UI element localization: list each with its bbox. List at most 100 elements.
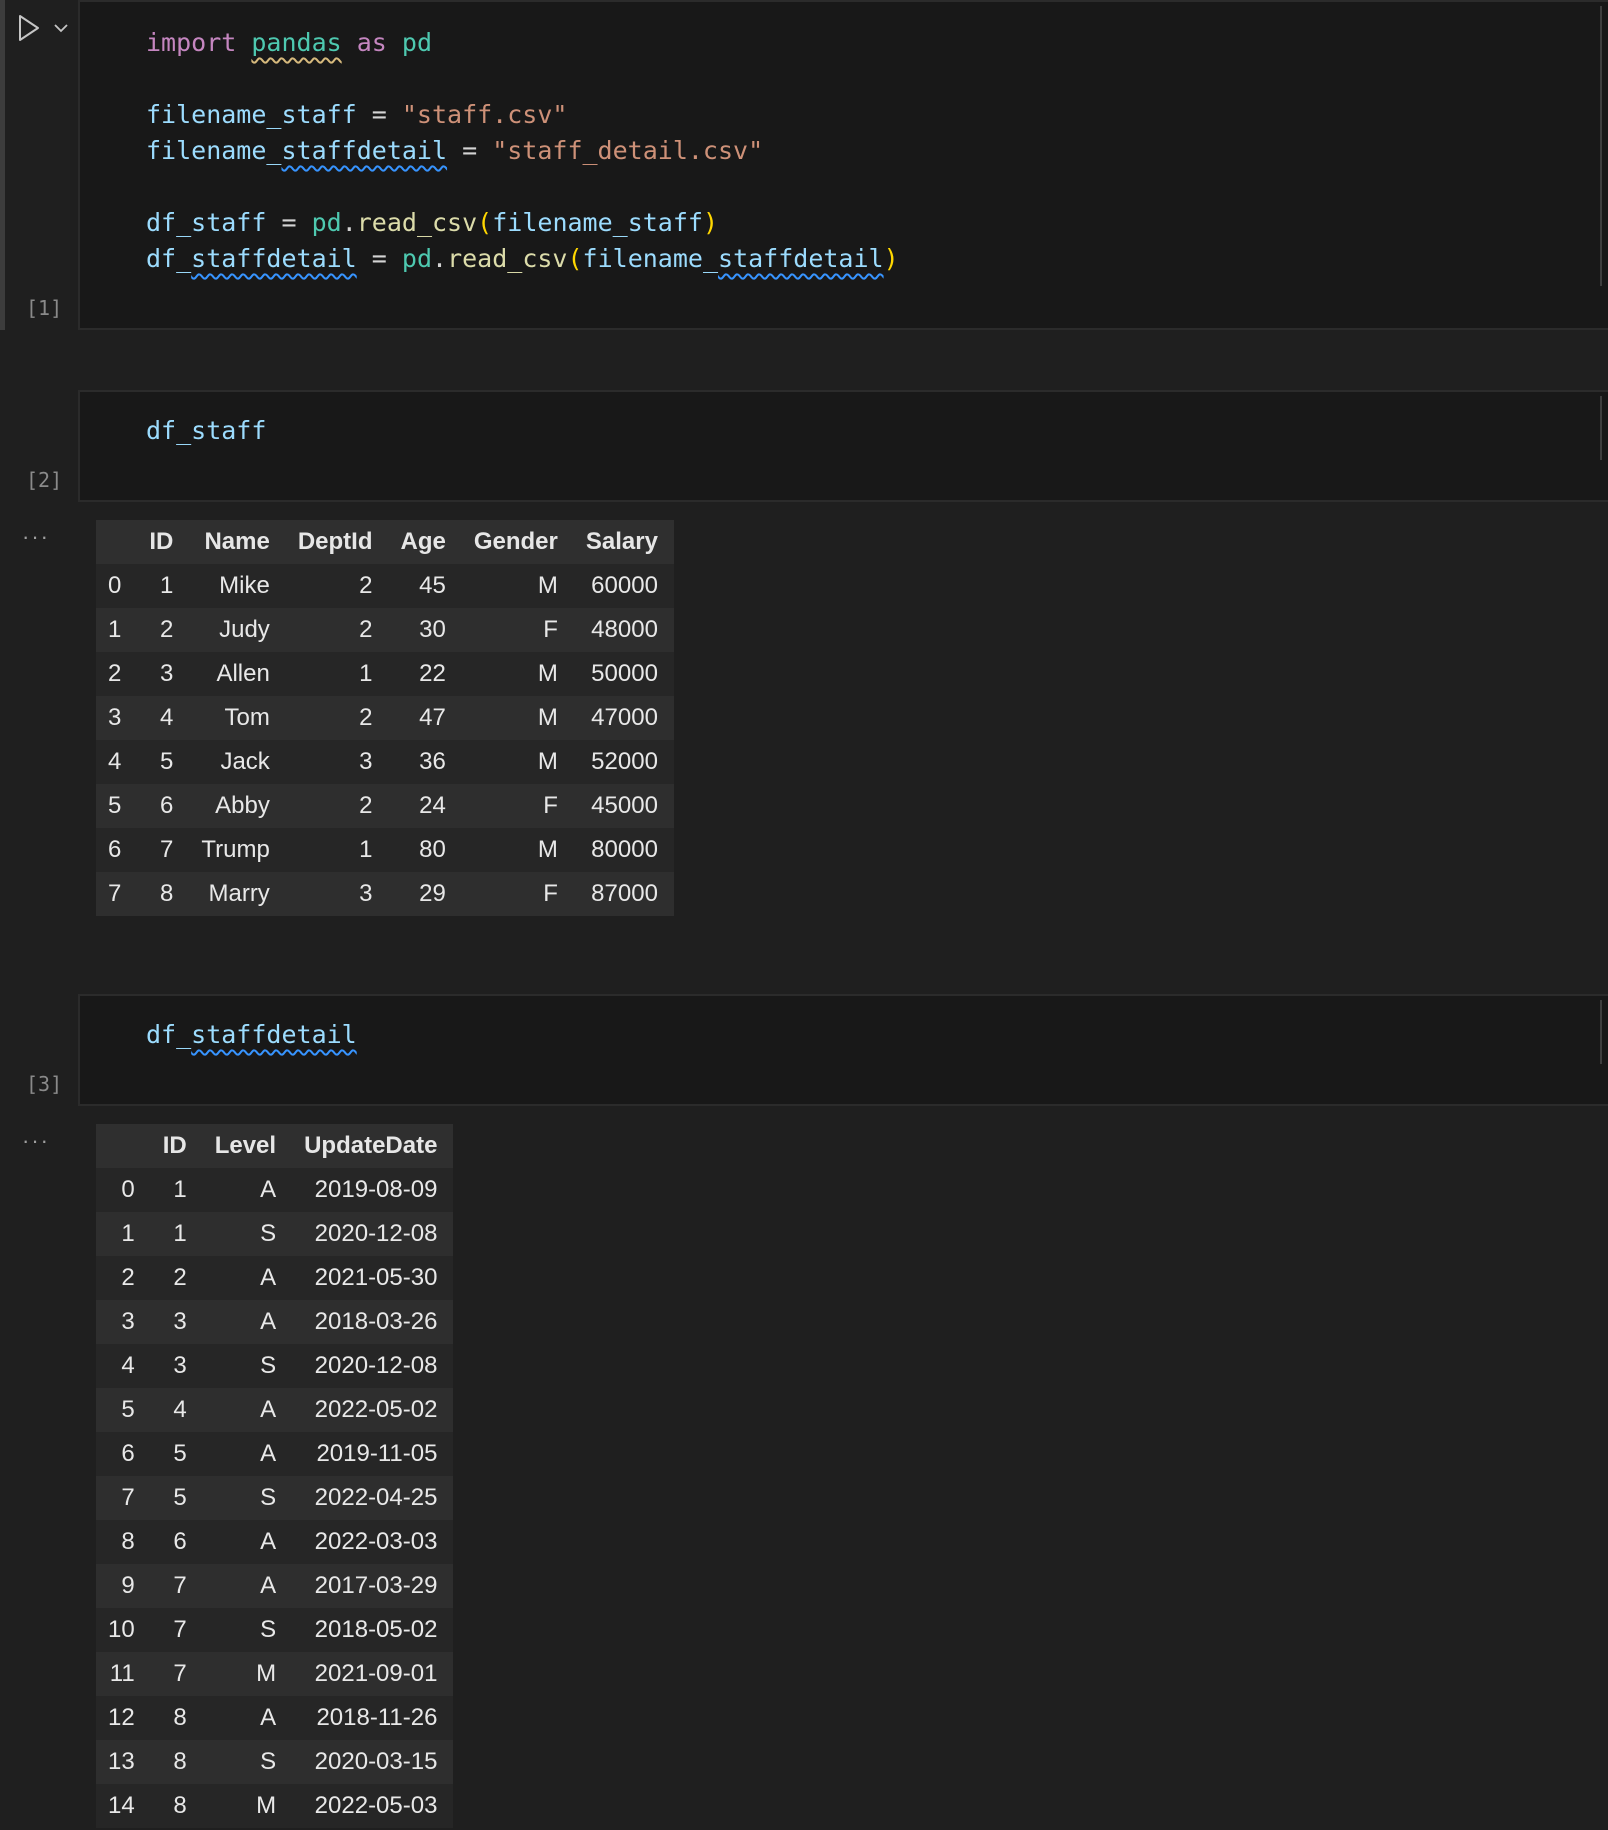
var-df-staffdetail-prefix: df_ bbox=[146, 1020, 192, 1049]
keyword-import: import bbox=[146, 28, 237, 57]
row-index: 0 bbox=[108, 572, 122, 599]
row-index: 5 bbox=[121, 1396, 135, 1423]
execution-count-1: [1] bbox=[26, 296, 63, 320]
table-cell: 3 bbox=[359, 880, 373, 907]
row-index: 9 bbox=[121, 1572, 135, 1599]
operator-assign: = bbox=[447, 136, 493, 165]
table-cell: A bbox=[260, 1396, 277, 1423]
alias-pd: pd bbox=[401, 28, 433, 57]
alias-pd: pd bbox=[401, 244, 432, 273]
row-index: 6 bbox=[121, 1440, 135, 1467]
table-cell: 47 bbox=[419, 704, 446, 731]
table-cell: 1 bbox=[173, 1220, 187, 1247]
code-cell-2[interactable] bbox=[78, 390, 1608, 502]
table-cell: 7 bbox=[160, 836, 174, 863]
row-index: 1 bbox=[121, 1220, 135, 1247]
row-index: 4 bbox=[108, 748, 122, 775]
table-cell: 8 bbox=[173, 1704, 187, 1731]
table-cell: A bbox=[260, 1572, 277, 1599]
table-row: 6 5 A 2019-11-05 bbox=[96, 1432, 454, 1476]
arg-filename-staff: filename_staff bbox=[492, 208, 703, 237]
table-cell: Allen bbox=[216, 660, 270, 687]
row-index: 2 bbox=[108, 660, 122, 687]
table-cell: 2020-12-08 bbox=[314, 1220, 438, 1247]
table-cell: Marry bbox=[208, 880, 270, 907]
string-staff-csv: "staff.csv" bbox=[401, 100, 568, 129]
table-cell: 29 bbox=[419, 880, 446, 907]
column-header: DeptId bbox=[285, 520, 389, 564]
table-cell: M bbox=[537, 572, 558, 599]
column-header: Gender bbox=[461, 520, 574, 564]
row-index: 13 bbox=[108, 1748, 135, 1775]
table-cell: 50000 bbox=[591, 660, 658, 687]
table-cell: 3 bbox=[359, 748, 373, 775]
row-index: 8 bbox=[121, 1528, 135, 1555]
table-cell: 30 bbox=[419, 616, 446, 643]
row-index: 14 bbox=[108, 1792, 135, 1819]
table-cell: 80000 bbox=[591, 836, 658, 863]
table-cell: 2017-03-29 bbox=[314, 1572, 438, 1599]
var-df-staffdetail-suffix: staffdetail bbox=[191, 244, 357, 273]
table-cell: M bbox=[537, 748, 558, 775]
table-cell: S bbox=[260, 1484, 277, 1511]
column-header: ID bbox=[150, 1124, 203, 1168]
keyword-as: as bbox=[356, 28, 387, 57]
table-row: 10 7 S 2018-05-02 bbox=[96, 1608, 454, 1652]
output-more-button[interactable]: ··· bbox=[22, 524, 50, 550]
table-row: 4 3 S 2020-12-08 bbox=[96, 1344, 454, 1388]
table-cell: 87000 bbox=[591, 880, 658, 907]
table-row: 14 8 M 2022-05-03 bbox=[96, 1784, 454, 1828]
table-cell: Abby bbox=[215, 792, 270, 819]
dot: . bbox=[341, 208, 357, 237]
table-cell: 2020-12-08 bbox=[314, 1352, 438, 1379]
table-cell: 2 bbox=[359, 792, 373, 819]
code-editor-1[interactable]: import pandas as pd filename_staff = "st… bbox=[146, 25, 899, 277]
table-row: 6 7 Trump 1 80 M 80000 bbox=[96, 828, 674, 872]
run-options-button[interactable] bbox=[50, 16, 72, 40]
paren-open: ( bbox=[567, 244, 583, 273]
table-row: 3 3 A 2018-03-26 bbox=[96, 1300, 454, 1344]
table-cell: 2021-09-01 bbox=[314, 1660, 438, 1687]
table-cell: 47000 bbox=[591, 704, 658, 731]
index-header bbox=[96, 1124, 151, 1168]
var-filename-staffdetail-prefix: filename_ bbox=[146, 136, 282, 165]
table-cell: 80 bbox=[419, 836, 446, 863]
table-cell: A bbox=[260, 1528, 277, 1555]
table-row: 7 8 Marry 3 29 F 87000 bbox=[96, 872, 674, 916]
table-cell: 2022-03-03 bbox=[314, 1528, 438, 1555]
function-read-csv: read_csv bbox=[356, 208, 478, 237]
table-cell: 2018-03-26 bbox=[314, 1308, 438, 1335]
run-cell-button[interactable] bbox=[14, 12, 44, 44]
paren-open: ( bbox=[477, 208, 493, 237]
var-df-staffdetail-suffix: staffdetail bbox=[191, 1020, 357, 1049]
table-cell: 22 bbox=[419, 660, 446, 687]
cell-scrollbar[interactable] bbox=[1600, 6, 1602, 286]
cell-scrollbar[interactable] bbox=[1600, 396, 1602, 460]
table-cell: M bbox=[537, 836, 558, 863]
table-cell: M bbox=[537, 704, 558, 731]
table-cell: 5 bbox=[173, 1484, 187, 1511]
row-index: 6 bbox=[108, 836, 122, 863]
cell-scrollbar[interactable] bbox=[1600, 1000, 1602, 1064]
table-row: 2 3 Allen 1 22 M 50000 bbox=[96, 652, 674, 696]
table-cell: 2019-08-09 bbox=[314, 1176, 438, 1203]
play-icon bbox=[19, 15, 39, 41]
paren-close: ) bbox=[883, 244, 899, 273]
row-index: 1 bbox=[108, 616, 122, 643]
table-cell: 2 bbox=[359, 572, 373, 599]
code-editor-2[interactable]: df_staff bbox=[146, 413, 266, 449]
operator-assign: = bbox=[356, 244, 402, 273]
table-cell: 45000 bbox=[591, 792, 658, 819]
table-row: 0 1 Mike 2 45 M 60000 bbox=[96, 564, 674, 608]
table-cell: S bbox=[260, 1748, 277, 1775]
table-cell: Tom bbox=[224, 704, 270, 731]
table-cell: 48000 bbox=[591, 616, 658, 643]
table-cell: 2022-05-03 bbox=[314, 1792, 438, 1819]
output-more-button[interactable]: ··· bbox=[22, 1128, 50, 1154]
operator-assign: = bbox=[266, 208, 312, 237]
arg-filename-staffdetail-prefix: filename_ bbox=[582, 244, 719, 273]
code-editor-3[interactable]: df_staffdetail bbox=[146, 1017, 357, 1053]
staffdetail-dataframe-table: ID Level UpdateDate 0 1 A 2019-08-09 1 1 S 2020-1… bbox=[96, 1124, 454, 1828]
table-cell: 1 bbox=[173, 1176, 187, 1203]
row-index: 2 bbox=[121, 1264, 135, 1291]
